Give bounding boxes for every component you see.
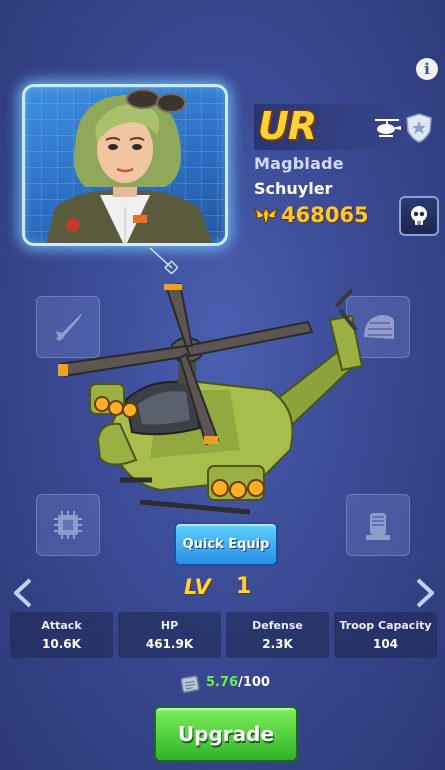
quick-equip-button[interactable]: Quick Equip — [174, 522, 278, 566]
skull-button[interactable] — [399, 196, 439, 236]
rarity-badge: UR — [258, 104, 317, 148]
stat-hp: HP 461.9K — [118, 612, 221, 658]
skull-icon — [411, 206, 427, 225]
hero-name: Schuyler — [254, 179, 333, 198]
stat-label: Troop Capacity — [339, 619, 432, 632]
stat-value: 104 — [372, 637, 399, 651]
level-label: LV — [184, 575, 211, 599]
level-value: 1 — [236, 574, 252, 599]
hero-screen: i UR Magblade Schuyler 468065 Quick Equi… — [0, 0, 445, 770]
helicopter-icon — [375, 119, 401, 137]
prev-arrow-icon[interactable] — [12, 578, 34, 608]
next-arrow-icon[interactable] — [414, 578, 436, 608]
material-current: 5.76 — [206, 675, 239, 690]
power-wings-icon — [253, 206, 279, 227]
stat-value: 10.6K — [42, 637, 81, 651]
stat-label: HP — [160, 619, 179, 632]
upgrade-button[interactable]: Upgrade — [154, 706, 298, 762]
helicopter-model — [58, 282, 364, 515]
stat-value: 461.9K — [145, 637, 194, 651]
stat-troop-capacity: Troop Capacity 104 — [334, 612, 437, 658]
info-icon[interactable]: i — [416, 58, 438, 80]
blueprint-icon — [180, 675, 200, 693]
hero-portrait-art — [46, 89, 213, 243]
shield-icon — [406, 113, 432, 143]
portrait-connector — [149, 247, 178, 274]
material-total: /100 — [238, 675, 270, 690]
material-count: 5.76/100 — [206, 675, 270, 690]
stat-label: Defense — [252, 619, 303, 632]
hero-portrait[interactable] — [22, 84, 228, 246]
power-value: 468065 — [281, 203, 369, 227]
stat-label: Attack — [41, 619, 82, 632]
stats-bar: Attack 10.6K HP 461.9K Defense 2.3K Troo… — [10, 612, 437, 658]
stat-defense: Defense 2.3K — [226, 612, 329, 658]
stat-attack: Attack 10.6K — [10, 612, 113, 658]
stat-value: 2.3K — [262, 637, 293, 651]
vehicle-name: Magblade — [254, 154, 344, 173]
